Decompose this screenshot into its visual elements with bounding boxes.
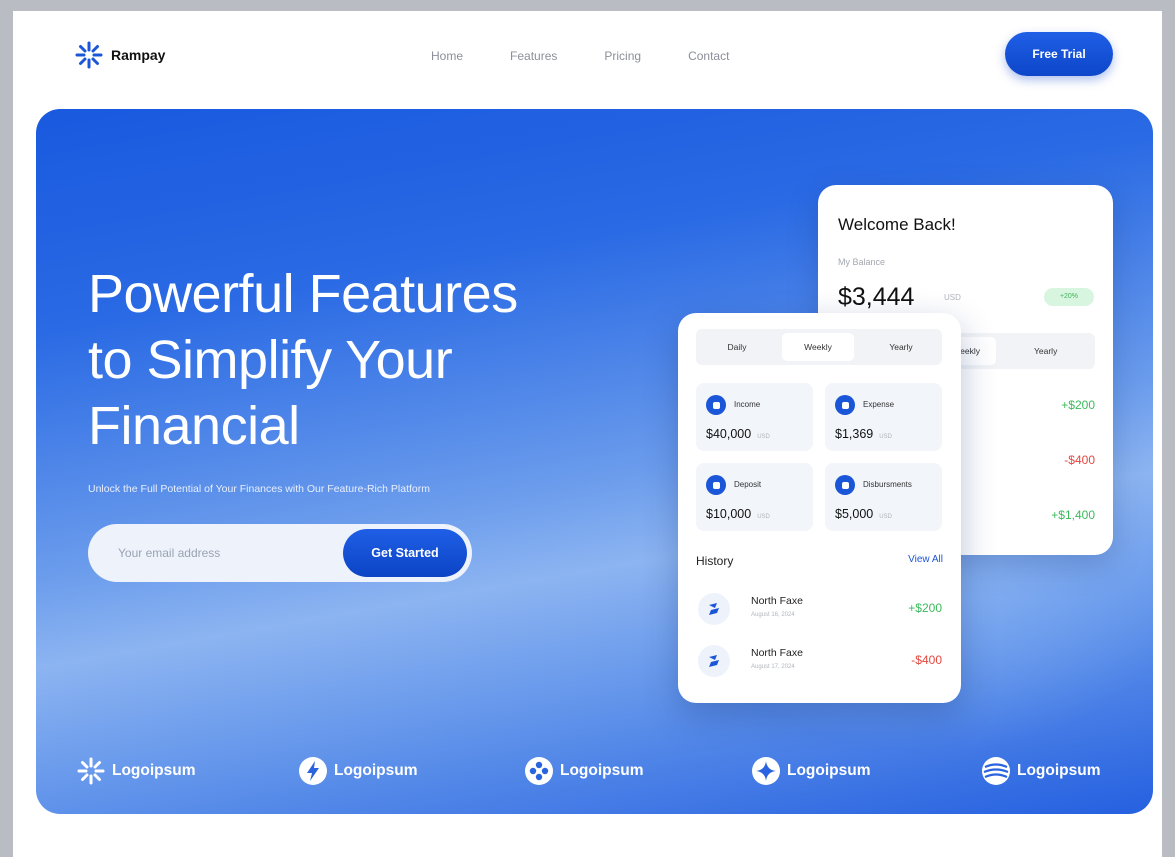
partner-logo-text: Logoipsum	[787, 762, 871, 779]
history-name: North Faxe	[751, 647, 803, 659]
stat-label: Expense	[863, 400, 895, 409]
history-row[interactable]: North Faxe August 16, 2024 +$200	[696, 587, 942, 631]
balance-unit: USD	[944, 293, 961, 302]
star-logo-icon	[752, 757, 780, 785]
history-row[interactable]: North Faxe August 17, 2024 -$400	[696, 639, 942, 683]
back-tab-yearly[interactable]: Yearly	[1034, 346, 1057, 356]
headline-line-3: Financial	[88, 396, 300, 456]
balance-amount: $3,444	[838, 283, 915, 311]
back-amount-1: +$200	[1061, 398, 1095, 412]
hero-section: Powerful Features to Simplify Your Finan…	[36, 109, 1153, 814]
waves-logo-icon	[982, 757, 1010, 785]
diamond-dots-logo-icon	[525, 757, 553, 785]
free-trial-button[interactable]: Free Trial	[1005, 32, 1113, 76]
partner-logo-3: Logoipsum	[524, 756, 644, 786]
headline-line-2: to Simplify Your	[88, 330, 453, 390]
nav-home[interactable]: Home	[431, 49, 463, 63]
stat-income: Income $40,000 USD	[696, 383, 813, 451]
balance-change-badge: +20%	[1044, 288, 1094, 306]
partner-logo-text: Logoipsum	[560, 762, 644, 779]
stat-amount: $10,000	[706, 507, 752, 521]
stat-amount: $40,000	[706, 427, 752, 441]
headline-line-1: Powerful Features	[88, 264, 518, 324]
history-date: August 17, 2024	[751, 664, 795, 670]
back-period-tabs: eekly Yearly	[938, 333, 1095, 369]
stat-label: Disbursments	[863, 480, 912, 489]
welcome-title: Welcome Back!	[838, 215, 956, 234]
stat-amount: $5,000	[835, 507, 874, 521]
stat-unit: USD	[879, 434, 892, 440]
back-amount-2: -$400	[1064, 453, 1095, 467]
summary-card: Daily Weekly Yearly Income $40,000 USD Ex…	[678, 313, 961, 703]
partner-logo-4: Logoipsum	[751, 756, 871, 786]
view-all-link[interactable]: View All	[908, 554, 943, 565]
nav-features[interactable]: Features	[510, 49, 557, 63]
nav-contact[interactable]: Contact	[688, 49, 729, 63]
partner-logo-5: Logoipsum	[981, 756, 1101, 786]
page: Rampay Home Features Pricing Contact Fre…	[13, 11, 1162, 857]
income-icon	[706, 395, 726, 415]
partner-logo-text: Logoipsum	[334, 762, 418, 779]
stat-value: $1,369 USD	[835, 427, 892, 441]
stat-unit: USD	[757, 514, 770, 520]
partner-logos: Logoipsum Logoipsum Logoipsum Logoipsum …	[36, 756, 1153, 792]
stat-value: $10,000 USD	[706, 507, 770, 521]
company-logo-icon	[698, 593, 730, 625]
get-started-button[interactable]: Get Started	[343, 529, 467, 577]
partner-logo-1: Logoipsum	[76, 756, 196, 786]
history-amount: -$400	[911, 653, 942, 667]
company-logo-icon	[698, 645, 730, 677]
history-title: History	[696, 554, 734, 568]
stat-unit: USD	[879, 514, 892, 520]
disbursment-icon	[835, 475, 855, 495]
deposit-icon	[706, 475, 726, 495]
stat-value: $5,000 USD	[835, 507, 892, 521]
period-tabs: Daily Weekly Yearly	[696, 329, 942, 365]
partner-logo-text: Logoipsum	[1017, 762, 1101, 779]
tab-yearly[interactable]: Yearly	[860, 329, 942, 365]
stat-expense: Expense $1,369 USD	[825, 383, 942, 451]
email-signup-form: Get Started	[88, 524, 472, 582]
history-name: North Faxe	[751, 595, 803, 607]
hero-subline: Unlock the Full Potential of Your Financ…	[88, 483, 430, 495]
balance-label: My Balance	[838, 257, 886, 267]
tab-weekly[interactable]: Weekly	[782, 333, 854, 361]
hero-headline: Powerful Features to Simplify Your Finan…	[88, 261, 648, 459]
brand-name: Rampay	[111, 47, 166, 63]
history-amount: +$200	[908, 601, 942, 615]
asterisk-logo-icon	[77, 757, 105, 785]
brand-logo[interactable]: Rampay	[75, 41, 165, 69]
partner-logo-text: Logoipsum	[112, 762, 196, 779]
partner-logo-2: Logoipsum	[298, 756, 418, 786]
stat-label: Income	[734, 400, 761, 409]
stat-unit: USD	[757, 434, 770, 440]
email-input[interactable]	[118, 542, 318, 564]
back-amount-3: +$1,400	[1051, 508, 1095, 522]
history-date: August 16, 2024	[751, 612, 795, 618]
expense-icon	[835, 395, 855, 415]
nav-pricing[interactable]: Pricing	[604, 49, 641, 63]
stat-disbursments: Disbursments $5,000 USD	[825, 463, 942, 531]
stat-value: $40,000 USD	[706, 427, 770, 441]
main-nav: Home Features Pricing Contact	[431, 49, 729, 63]
stat-deposit: Deposit $10,000 USD	[696, 463, 813, 531]
tab-daily[interactable]: Daily	[696, 329, 778, 365]
stat-amount: $1,369	[835, 427, 874, 441]
lightning-logo-icon	[299, 757, 327, 785]
asterisk-logo-icon	[75, 41, 103, 69]
stat-label: Deposit	[734, 480, 762, 489]
